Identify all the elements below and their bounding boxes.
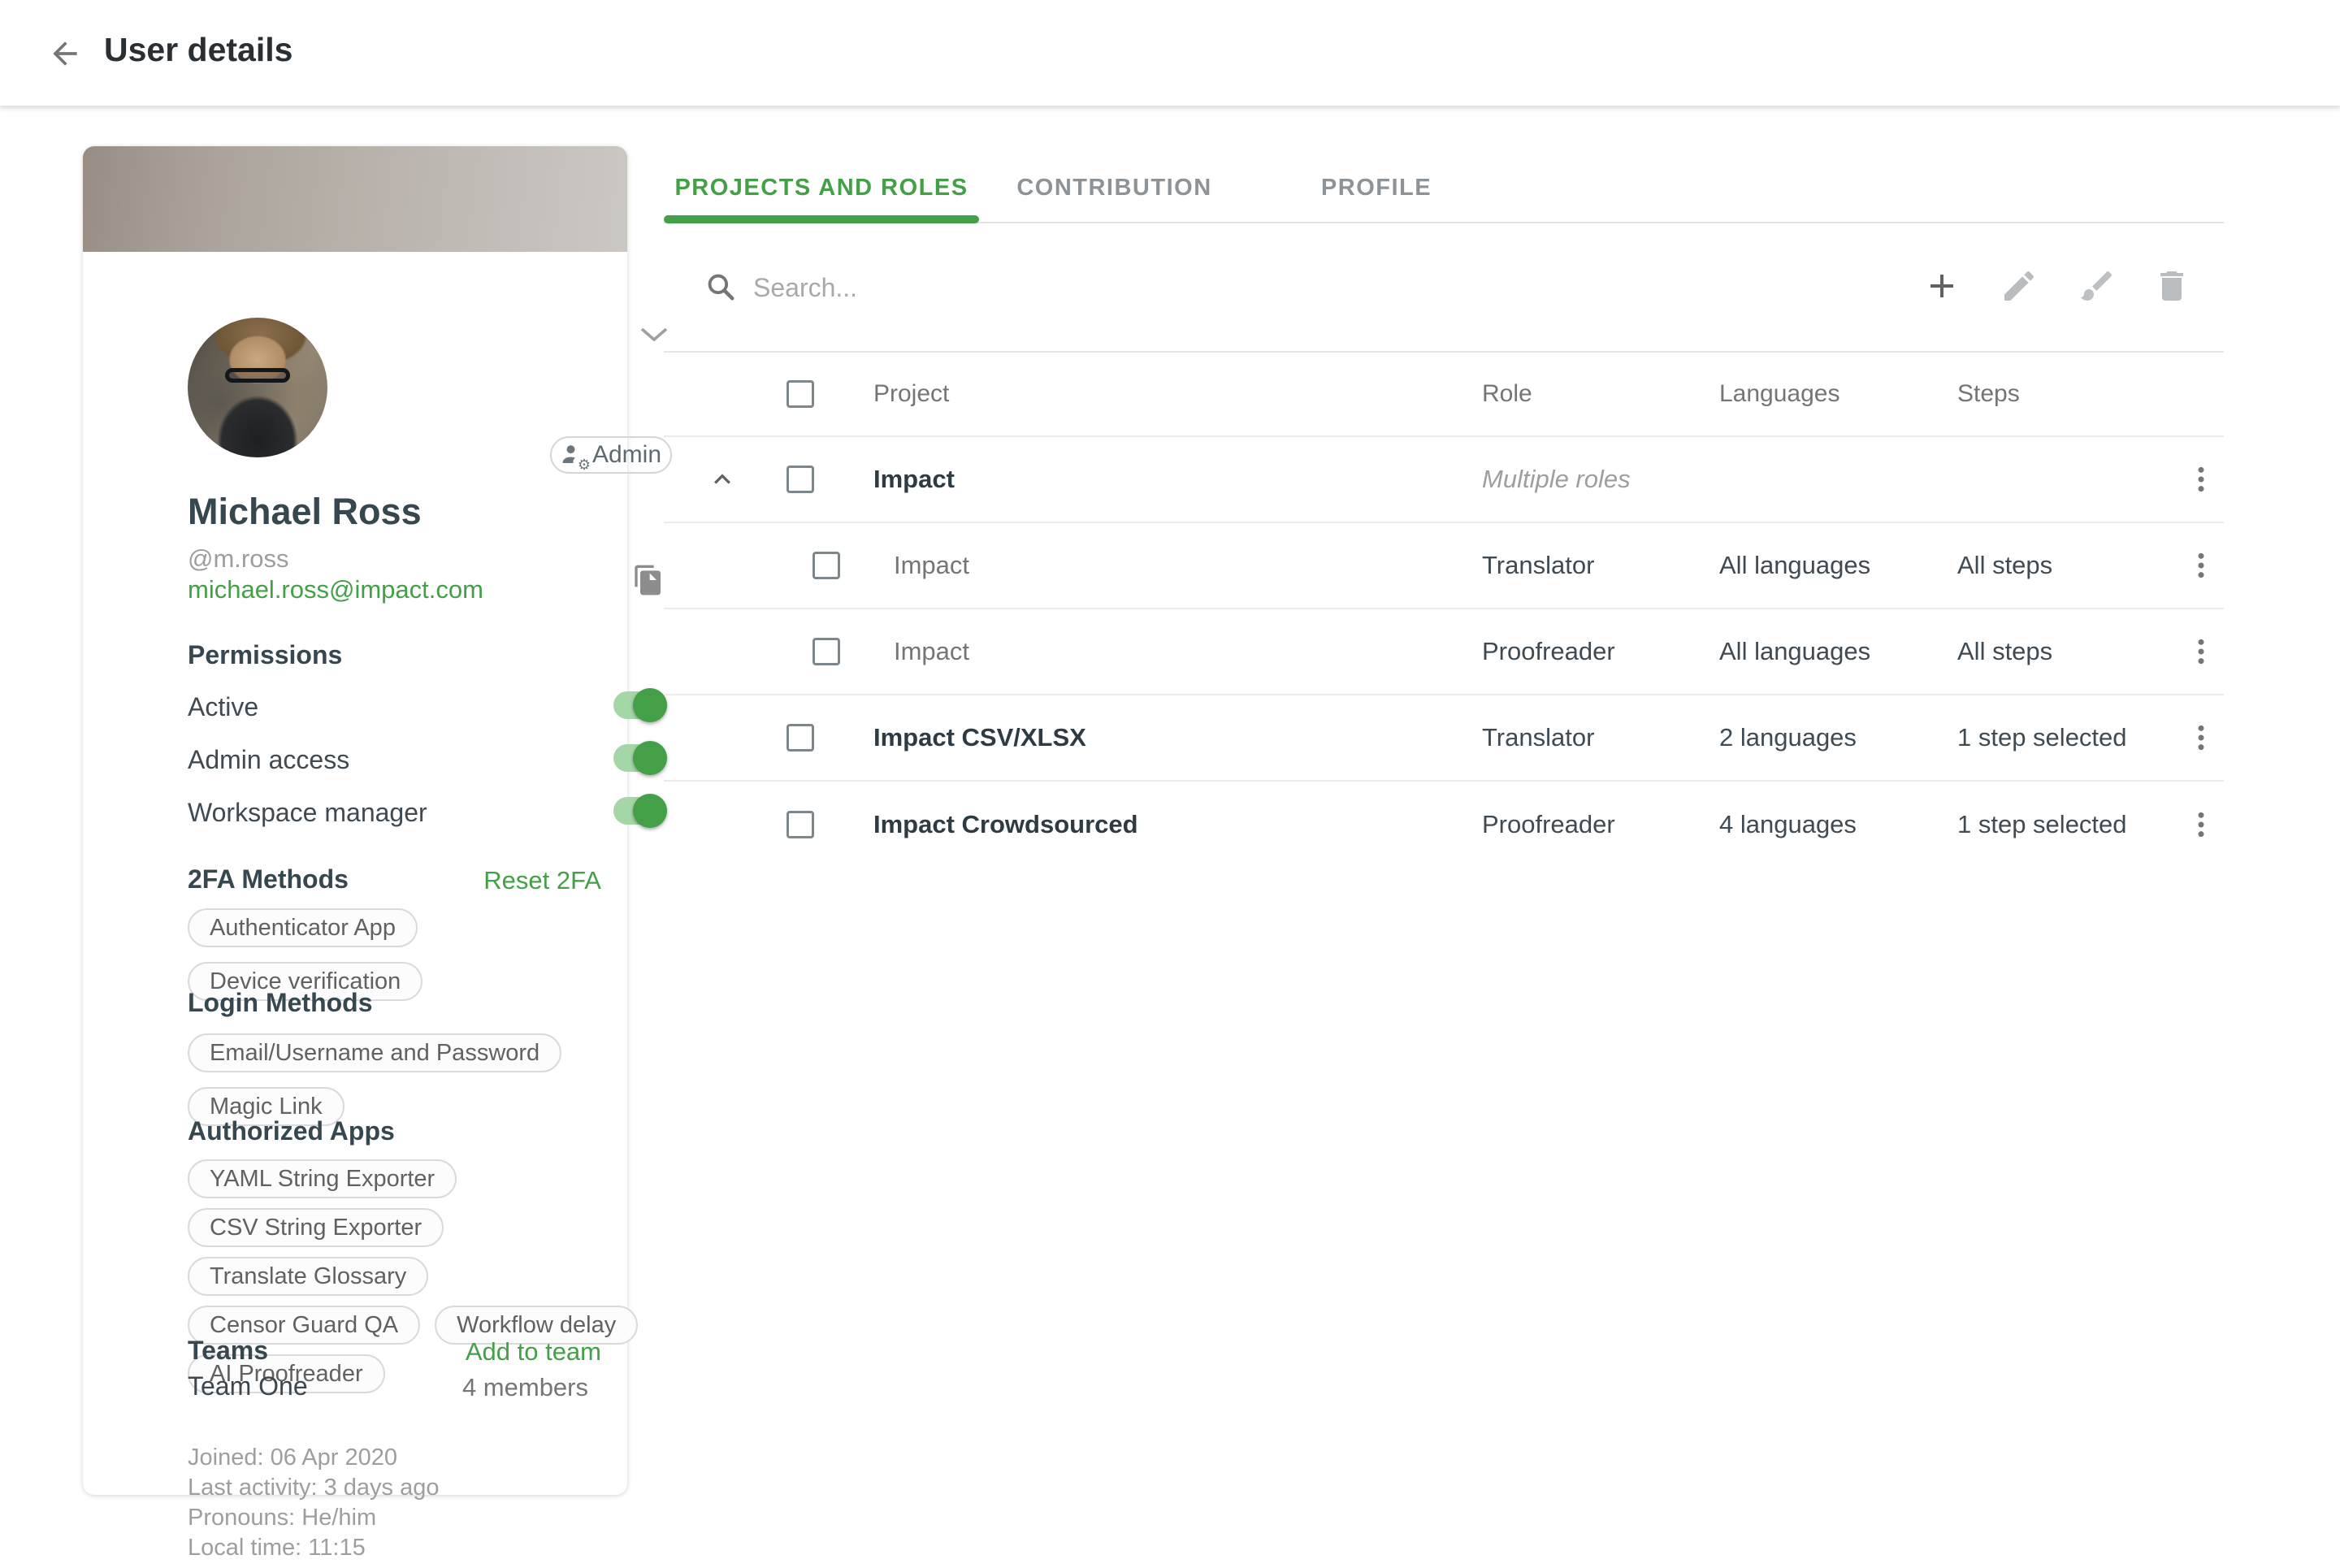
table-row-impact-crowdsourced: Impact Crowdsourced Proofreader 4 langua… xyxy=(664,782,2224,868)
role-value: Proofreader xyxy=(1482,637,1615,666)
user-handle: @m.ross xyxy=(188,544,288,574)
column-header-languages: Languages xyxy=(1719,380,1840,408)
admin-badge-label: Admin xyxy=(592,441,661,469)
row-checkbox[interactable] xyxy=(812,638,840,665)
user-meta-list: Joined: 06 Apr 2020 Last activity: 3 day… xyxy=(188,1443,463,1568)
toggle-workspace-manager[interactable] xyxy=(613,793,669,829)
add-to-team-link[interactable]: Add to team xyxy=(466,1337,601,1367)
permissions-heading: Permissions xyxy=(188,640,342,670)
languages-value: All languages xyxy=(1719,637,1870,666)
row-menu-kebab-icon[interactable] xyxy=(2185,634,2217,669)
row-menu-kebab-icon[interactable] xyxy=(2185,807,2217,842)
toggle-active[interactable] xyxy=(613,687,669,723)
twofa-heading: 2FA Methods xyxy=(188,864,349,894)
chip-email-password: Email/Username and Password xyxy=(188,1033,561,1072)
delete-icon[interactable] xyxy=(2152,266,2191,305)
search-icon xyxy=(705,271,736,302)
search-toolbar xyxy=(664,244,2224,351)
column-header-project: Project xyxy=(873,380,949,408)
active-tab-indicator xyxy=(664,215,979,223)
role-value: Translator xyxy=(1482,551,1594,580)
chip-translate-glossary: Translate Glossary xyxy=(188,1257,428,1296)
steps-value: 1 step selected xyxy=(1957,723,2127,752)
languages-value: 4 languages xyxy=(1719,810,1857,839)
table-row-impact-translator: Impact Translator All languages All step… xyxy=(664,523,2224,609)
project-name: Impact xyxy=(894,637,969,666)
login-method-chips: Email/Username and Password Magic Link xyxy=(188,1033,643,1126)
reset-2fa-link[interactable]: Reset 2FA xyxy=(483,866,601,895)
team-name[interactable]: Team One xyxy=(188,1371,308,1401)
row-menu-kebab-icon[interactable] xyxy=(2185,548,2217,583)
meta-pronouns: Pronouns: He/him xyxy=(188,1503,463,1533)
row-menu-kebab-icon[interactable] xyxy=(2185,461,2217,497)
search-input[interactable] xyxy=(753,266,1809,309)
team-member-count: 4 members xyxy=(462,1373,588,1402)
back-arrow-icon[interactable] xyxy=(47,36,83,71)
tab-projects-and-roles[interactable]: PROJECTS AND ROLES xyxy=(664,153,979,223)
toggle-label-workspace-manager: Workspace manager xyxy=(188,798,427,828)
meta-local-time: Local time: 11:15 xyxy=(188,1533,463,1563)
avatar-glasses xyxy=(225,368,290,383)
table-header-row: Project Role Languages Steps xyxy=(664,353,2224,437)
project-name: Impact CSV/XLSX xyxy=(873,723,1086,752)
meta-access-tokens: Personal access tokens: 1 xyxy=(188,1563,463,1568)
user-email-link[interactable]: michael.ross@impact.com xyxy=(188,575,483,604)
toggle-label-active: Active xyxy=(188,692,258,722)
teams-heading: Teams xyxy=(188,1336,268,1366)
gear-glyph: ⚙ xyxy=(578,457,591,472)
row-checkbox[interactable] xyxy=(786,811,814,838)
row-checkbox[interactable] xyxy=(786,724,814,752)
copy-icon[interactable] xyxy=(632,562,665,601)
table-row-impact-parent: Impact Multiple roles xyxy=(664,437,2224,523)
chip-yaml-string-exporter: YAML String Exporter xyxy=(188,1159,457,1198)
clear-translations-brush-icon[interactable] xyxy=(2078,266,2117,305)
login-methods-heading: Login Methods xyxy=(188,988,373,1018)
toggle-label-admin-access: Admin access xyxy=(188,745,349,775)
role-value: Multiple roles xyxy=(1482,465,1631,494)
toggle-admin-access[interactable] xyxy=(613,740,669,776)
table-row-impact-csv-xlsx: Impact CSV/XLSX Translator 2 languages 1… xyxy=(664,695,2224,782)
row-checkbox[interactable] xyxy=(786,466,814,493)
edit-icon[interactable] xyxy=(2000,266,2039,305)
meta-joined: Joined: 06 Apr 2020 xyxy=(188,1443,463,1473)
app-bar: User details xyxy=(0,0,2340,106)
project-name: Impact xyxy=(894,551,969,580)
admin-person-gear-icon: ⚙ xyxy=(561,443,585,467)
add-icon[interactable] xyxy=(1922,266,1961,305)
languages-value: 2 languages xyxy=(1719,723,1857,752)
languages-value: All languages xyxy=(1719,551,1870,580)
chip-authenticator-app: Authenticator App xyxy=(188,908,418,947)
user-details-screen: User details ⚙ Admin Michael Ross @m.ros… xyxy=(0,0,2340,1568)
avatar xyxy=(188,318,327,457)
select-all-checkbox[interactable] xyxy=(786,380,814,408)
role-value: Translator xyxy=(1482,723,1594,752)
project-name: Impact Crowdsourced xyxy=(873,810,1138,839)
user-card: ⚙ Admin Michael Ross @m.ross michael.ros… xyxy=(83,146,627,1495)
twofa-chips: Authenticator App Device verification xyxy=(188,908,643,1001)
project-name: Impact xyxy=(873,465,955,494)
chip-csv-string-exporter: CSV String Exporter xyxy=(188,1208,444,1247)
row-checkbox[interactable] xyxy=(812,552,840,579)
collapse-chevron-up-icon[interactable] xyxy=(706,463,739,496)
steps-value: 1 step selected xyxy=(1957,810,2127,839)
meta-last-activity: Last activity: 3 days ago xyxy=(188,1473,463,1503)
user-name: Michael Ross xyxy=(188,491,422,533)
page-title: User details xyxy=(104,31,292,69)
steps-value: All steps xyxy=(1957,637,2052,666)
projects-table: Project Role Languages Steps Impact Mult… xyxy=(664,351,2224,868)
column-header-role: Role xyxy=(1482,380,1532,408)
table-row-impact-proofreader: Impact Proofreader All languages All ste… xyxy=(664,609,2224,695)
admin-role-badge: ⚙ Admin xyxy=(550,436,672,474)
row-menu-kebab-icon[interactable] xyxy=(2185,720,2217,756)
role-value: Proofreader xyxy=(1482,810,1615,839)
tab-profile[interactable]: PROFILE xyxy=(1250,153,1503,223)
profile-banner xyxy=(83,146,627,252)
column-header-steps: Steps xyxy=(1957,380,2020,408)
tab-contribution[interactable]: CONTRIBUTION xyxy=(979,153,1250,223)
authorized-apps-heading: Authorized Apps xyxy=(188,1116,395,1146)
steps-value: All steps xyxy=(1957,551,2052,580)
